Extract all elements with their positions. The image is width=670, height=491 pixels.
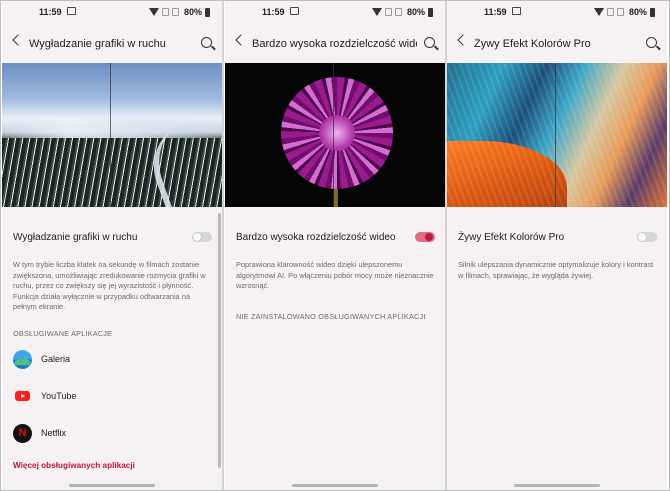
app-item-galeria[interactable]: Galeria — [13, 349, 70, 369]
setting-title[interactable]: Żywy Efekt Kolorów Pro — [458, 232, 564, 243]
setting-title[interactable]: Wygładzanie grafiki w ruchu — [13, 232, 137, 243]
page-title: Żywy Efekt Kolorów Pro — [474, 38, 591, 50]
status-bar: 11:59 80% — [2, 1, 222, 23]
back-arrow-icon[interactable] — [235, 34, 247, 46]
scrollbar[interactable] — [218, 213, 221, 468]
search-icon[interactable] — [201, 37, 212, 48]
battery-icon — [205, 7, 210, 17]
battery-percent: 80% — [183, 7, 202, 17]
app-bar: Bardzo wysoka rozdzielczość wideo — [225, 29, 445, 61]
super-resolution-toggle[interactable] — [415, 232, 435, 242]
supported-apps-header: OBSŁUGIWANE APLIKACJE — [13, 329, 113, 338]
youtube-icon — [13, 387, 32, 406]
signal-icon — [606, 8, 614, 16]
setting-description: Silnik ulepszania dynamicznie optymalizu… — [458, 260, 654, 280]
screen-super-resolution: 11:59 80% Bardzo wysoka rozdzielczość wi… — [225, 1, 445, 490]
wifi-icon — [593, 8, 604, 16]
home-indicator[interactable] — [69, 484, 155, 487]
app-item-netflix[interactable]: N Netflix — [13, 423, 66, 443]
comparison-divider — [110, 63, 111, 207]
battery-percent: 80% — [406, 7, 425, 17]
status-time: 11:59 — [39, 7, 62, 17]
back-arrow-icon[interactable] — [12, 34, 24, 46]
app-name: YouTube — [41, 391, 77, 401]
setting-title[interactable]: Bardzo wysoka rozdzielczość wideo — [236, 232, 396, 243]
battery-percent: 80% — [628, 7, 647, 17]
signal-icon-2 — [616, 8, 624, 16]
status-bar: 11:59 80% — [447, 1, 667, 23]
status-time: 11:59 — [484, 7, 507, 17]
home-indicator[interactable] — [292, 484, 378, 487]
gallery-icon — [13, 349, 32, 369]
app-bar: Żywy Efekt Kolorów Pro — [447, 29, 667, 61]
setting-description: W tym trybie liczba klatek na sekundę w … — [13, 260, 206, 311]
screen-motion-smoothing: 11:59 80% Wygładzanie grafiki w ruchu Wy… — [2, 1, 222, 490]
image-notification-icon — [512, 7, 521, 15]
netflix-icon: N — [13, 423, 32, 443]
status-bar: 11:59 80% — [225, 1, 445, 23]
preview-image-feathers — [447, 63, 667, 207]
image-notification-icon — [290, 7, 299, 15]
vivid-color-toggle[interactable] — [637, 232, 657, 242]
screen-vivid-color: 11:59 80% Żywy Efekt Kolorów Pro Żywy Ef… — [447, 1, 667, 490]
signal-icon-2 — [394, 8, 402, 16]
page-title: Wygładzanie grafiki w ruchu — [29, 38, 166, 50]
signal-icon — [384, 8, 392, 16]
more-supported-apps-link[interactable]: Więcej obsługiwanych aplikacji — [13, 461, 135, 470]
wifi-icon — [148, 8, 159, 16]
app-item-youtube[interactable]: YouTube — [13, 386, 76, 406]
comparison-divider — [333, 63, 334, 207]
battery-icon — [428, 7, 433, 17]
battery-icon — [650, 7, 655, 17]
home-indicator[interactable] — [514, 484, 600, 487]
setting-description: Poprawiona klarowność wideo dzięki uleps… — [236, 260, 434, 290]
comparison-divider — [555, 63, 556, 207]
page-title: Bardzo wysoka rozdzielczość wideo — [252, 38, 417, 50]
no-supported-apps-label: NIE ZAINSTALOWANO OBSŁUGIWANYCH APLIKACJ… — [236, 312, 426, 321]
motion-smoothing-toggle[interactable] — [192, 232, 212, 242]
status-time: 11:59 — [262, 7, 285, 17]
app-name: Netflix — [41, 428, 67, 438]
signal-icon — [161, 8, 169, 16]
app-name: Galeria — [41, 354, 71, 364]
back-arrow-icon[interactable] — [457, 34, 469, 46]
app-bar: Wygładzanie grafiki w ruchu — [2, 29, 222, 61]
wifi-icon — [371, 8, 382, 16]
search-icon[interactable] — [424, 37, 435, 48]
image-notification-icon — [67, 7, 76, 15]
signal-icon-2 — [171, 8, 179, 16]
preview-image-winter-forest — [2, 63, 222, 207]
preview-image-flower — [225, 63, 445, 207]
search-icon[interactable] — [646, 37, 657, 48]
